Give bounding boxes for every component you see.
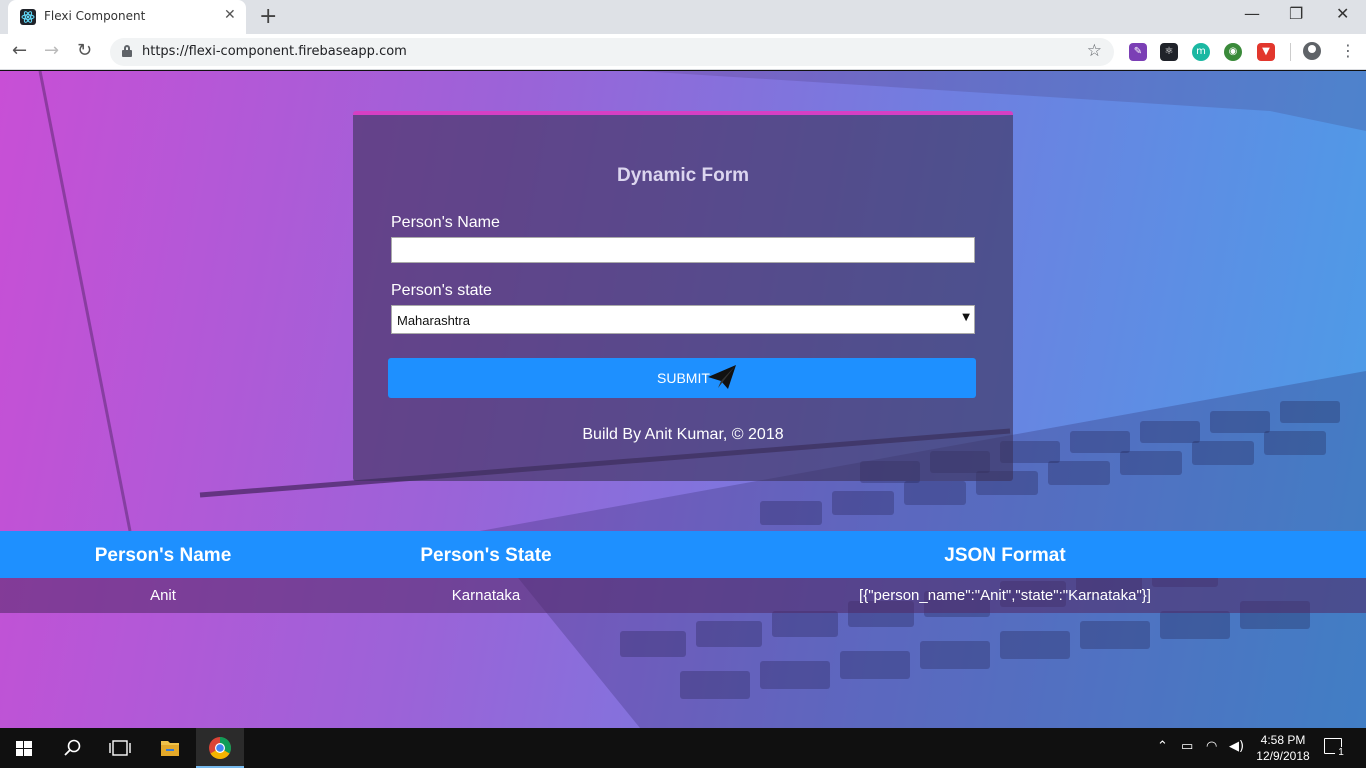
person-state-select[interactable]: Maharashtra ▼ [391, 305, 975, 334]
search-icon [64, 739, 81, 756]
globe-extension-icon[interactable]: ◉ [1224, 43, 1242, 61]
cell-person-state: Karnataka [451, 587, 521, 604]
folder-icon [161, 741, 179, 756]
windows-taskbar: ⌃ ▭ ◠ ◀) 4:58 PM 12/9/2018 1 [0, 728, 1366, 768]
clock-date: 12/9/2018 [1256, 749, 1310, 763]
react-devtools-extension-icon[interactable]: ⚛ [1160, 43, 1178, 61]
column-header-name: Person's Name [94, 545, 232, 566]
notification-count: 1 [1335, 747, 1347, 759]
browser-toolbar: ← → ↻ https://flexi-component.firebaseap… [0, 34, 1366, 70]
toolbar-divider [1290, 43, 1291, 61]
footer-credit: Build By Anit Kumar, © 2018 [582, 426, 784, 443]
eyedropper-extension-icon[interactable]: ✎ [1129, 43, 1147, 61]
lock-icon[interactable] [122, 45, 132, 57]
react-favicon-icon [20, 9, 36, 25]
url-text[interactable]: https://flexi-component.firebaseapp.com [142, 44, 407, 59]
paper-plane-icon [708, 365, 736, 389]
browser-tab[interactable]: Flexi Component ✕ [8, 0, 246, 34]
clock-time: 4:58 PM [1260, 733, 1306, 747]
start-button[interactable] [0, 728, 48, 768]
tab-title: Flexi Component [44, 9, 146, 23]
table-header-row: Person's Name Person's State JSON Format [0, 531, 1366, 578]
notification-center-button[interactable]: 1 [1324, 738, 1347, 759]
dynamic-form-card: Dynamic Form Person's Name Person's stat… [353, 111, 1013, 481]
close-tab-icon[interactable]: ✕ [224, 7, 236, 23]
column-header-state: Person's State [420, 545, 552, 566]
form-title: Dynamic Form [617, 165, 749, 186]
person-name-label: Person's Name [391, 214, 500, 231]
person-state-label: Person's state [391, 282, 492, 299]
task-view-icon [109, 740, 131, 756]
browser-menu-icon[interactable]: ⋮ [1340, 41, 1356, 60]
dropdown-arrow-icon: ▼ [962, 312, 970, 323]
battery-icon[interactable]: ▭ [1181, 739, 1193, 754]
windows-logo-icon [16, 741, 32, 756]
search-button[interactable] [48, 728, 96, 768]
cell-json-format: [{"person_name":"Anit","state":"Karnatak… [859, 587, 1151, 604]
close-window-button[interactable]: ✕ [1336, 4, 1349, 23]
task-view-button[interactable] [96, 728, 144, 768]
maximize-window-button[interactable]: ❐ [1289, 4, 1303, 23]
chrome-taskbar-button[interactable] [196, 728, 244, 768]
table-row: Anit Karnataka [{"person_name":"Anit","s… [0, 578, 1366, 613]
wifi-icon[interactable]: ◠ [1206, 739, 1217, 754]
show-hidden-icons-chevron-icon[interactable]: ⌃ [1157, 739, 1168, 754]
person-name-input[interactable] [391, 237, 975, 263]
column-header-json: JSON Format [944, 545, 1066, 566]
browser-tab-strip: Flexi Component ✕ + — ❐ ✕ [0, 0, 1366, 34]
page-viewport: Dynamic Form Person's Name Person's stat… [0, 71, 1366, 728]
volume-icon[interactable]: ◀) [1229, 739, 1244, 754]
forward-button[interactable]: → [44, 40, 59, 61]
cell-person-name: Anit [150, 587, 176, 604]
submit-button[interactable]: SUBMIT [388, 358, 976, 398]
reload-button[interactable]: ↻ [77, 40, 92, 61]
address-bar[interactable]: https://flexi-component.firebaseapp.com … [110, 38, 1114, 66]
profile-avatar-icon[interactable] [1303, 42, 1321, 60]
file-explorer-button[interactable] [146, 728, 194, 768]
bookmark-star-icon[interactable]: ☆ [1087, 41, 1102, 61]
brave-shield-extension-icon[interactable]: ▼ [1257, 43, 1275, 61]
m-extension-icon[interactable]: m [1192, 43, 1210, 61]
new-tab-button[interactable]: + [259, 4, 277, 29]
system-clock[interactable]: 4:58 PM 12/9/2018 [1248, 732, 1318, 764]
back-button[interactable]: ← [12, 40, 27, 61]
chrome-icon [209, 737, 231, 759]
submit-label: SUBMIT [657, 370, 710, 386]
state-selected-value: Maharashtra [397, 313, 470, 328]
minimize-window-button[interactable]: — [1244, 4, 1260, 23]
